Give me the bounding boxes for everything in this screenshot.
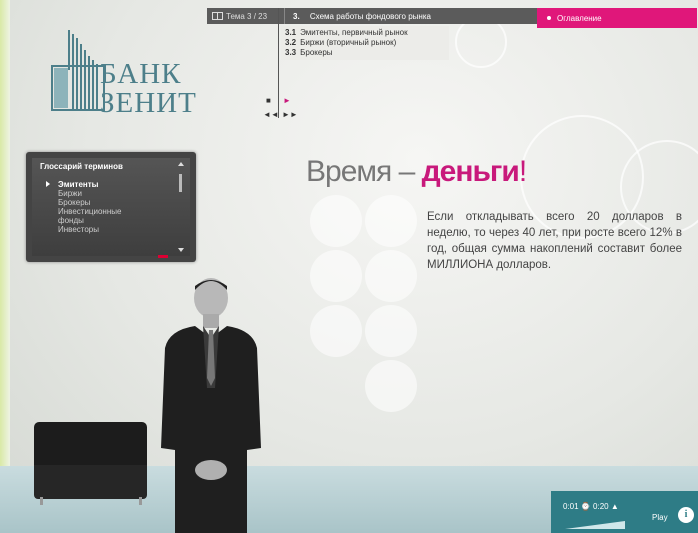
logo-line-2: ЗЕНИТ <box>100 87 197 119</box>
subsection-list: 3.1 Эмитенты, первичный рынок 3.2 Биржи (в… <box>281 26 449 60</box>
divider <box>278 8 279 118</box>
glossary-item-label: Эмитенты <box>58 180 99 189</box>
bank-logo: БАНК ЗЕНИТ <box>46 30 206 118</box>
armchair-seat <box>34 465 147 499</box>
subsection-label: Эмитенты, первичный рынок <box>300 28 408 37</box>
presenter-figure <box>161 278 261 533</box>
next-icon[interactable]: ► <box>283 96 291 105</box>
headline-highlight: деньги <box>421 155 520 188</box>
topic-counter-label: Тема 3 / 23 <box>226 11 268 21</box>
scroll-up-icon[interactable] <box>178 162 184 166</box>
forward-icon[interactable]: ►► <box>282 110 298 119</box>
logo-text: БАНК ЗЕНИТ <box>100 60 197 118</box>
subsection-item[interactable]: 3.1 Эмитенты, первичный рынок <box>285 28 445 38</box>
clock-icon: ⌚ <box>580 502 591 511</box>
glossary-scrollbar[interactable] <box>178 162 184 252</box>
pointer-icon <box>46 181 50 187</box>
deco-circle <box>310 195 362 247</box>
deco-circle <box>310 305 362 357</box>
subsection-number: 3.1 <box>285 28 297 37</box>
volume-slider[interactable] <box>565 521 625 529</box>
left-glow <box>0 0 10 533</box>
glossary-item[interactable]: Инвесторы <box>58 225 121 234</box>
deco-circle <box>365 305 417 357</box>
book-icon <box>212 12 223 20</box>
media-player: 0:01 ⌚ 0:20 ▲ Play i <box>551 491 698 533</box>
glossary-title: Глоссарий терминов <box>40 162 123 171</box>
rewind-icon[interactable]: ◄◄ <box>263 110 279 119</box>
scroll-down-icon[interactable] <box>178 248 184 252</box>
play-button[interactable]: Play <box>652 513 668 522</box>
section-number: 3. <box>293 11 300 21</box>
subsection-item[interactable]: 3.3 Брокеры <box>285 48 445 58</box>
volume-icon[interactable]: ▲ <box>611 502 619 511</box>
toc-label: Оглавление <box>557 13 602 23</box>
elapsed-time: 0:01 <box>563 502 579 511</box>
scroll-thumb[interactable] <box>179 174 182 192</box>
deco-circle <box>365 250 417 302</box>
indicator-mark <box>158 255 168 258</box>
bullet-icon <box>547 16 551 20</box>
slide-headline: Время – деньги! <box>306 155 527 189</box>
glossary-item[interactable]: Эмитенты <box>46 180 121 189</box>
headline-part: ! <box>518 155 527 188</box>
topic-counter[interactable]: Тема 3 / 23 <box>207 12 284 21</box>
total-time: 0:20 <box>593 502 609 511</box>
section-title-label: Схема работы фондового рынка <box>309 11 431 21</box>
slide-body-text: Если откладывать всего 20 долларов в нед… <box>427 211 682 271</box>
deco-circle <box>365 195 417 247</box>
subsection-item[interactable]: 3.2 Биржи (вторичный рынок) <box>285 38 445 48</box>
logo-line-1: БАНК <box>100 58 182 90</box>
headline-part: Время – <box>306 155 422 188</box>
glossary-item[interactable]: фонды <box>58 216 121 225</box>
topic-bar: Тема 3 / 23 3. Схема работы фондового ры… <box>207 8 537 24</box>
toc-button[interactable]: Оглавление <box>537 8 697 28</box>
glossary-list: Эмитенты Биржи Брокеры Инвестиционные фо… <box>46 180 121 234</box>
chair-leg <box>139 497 142 505</box>
armchair <box>34 422 147 468</box>
subsection-number: 3.3 <box>285 48 297 57</box>
subsection-label: Брокеры <box>300 48 333 57</box>
player-time: 0:01 ⌚ 0:20 ▲ <box>563 502 619 511</box>
glossary-item[interactable]: Инвестиционные <box>58 207 121 216</box>
subsection-number: 3.2 <box>285 38 297 47</box>
logo-building-icon <box>51 30 105 111</box>
stop-icon[interactable]: ■ <box>266 96 271 105</box>
glossary-item[interactable]: Брокеры <box>58 198 121 207</box>
subsection-label: Биржи (вторичный рынок) <box>300 38 397 47</box>
deco-circle <box>365 360 417 412</box>
section-title: 3. Схема работы фондового рынка <box>285 12 431 21</box>
glossary-panel: Глоссарий терминов Эмитенты Биржи Брокер… <box>26 152 196 262</box>
info-button[interactable]: i <box>678 507 694 523</box>
glossary-item[interactable]: Биржи <box>58 189 121 198</box>
chair-leg <box>40 497 43 505</box>
deco-circle <box>310 250 362 302</box>
glossary-screen: Глоссарий терминов Эмитенты Биржи Брокер… <box>32 158 190 256</box>
slide-stage: Тема 3 / 23 3. Схема работы фондового ры… <box>0 0 698 533</box>
